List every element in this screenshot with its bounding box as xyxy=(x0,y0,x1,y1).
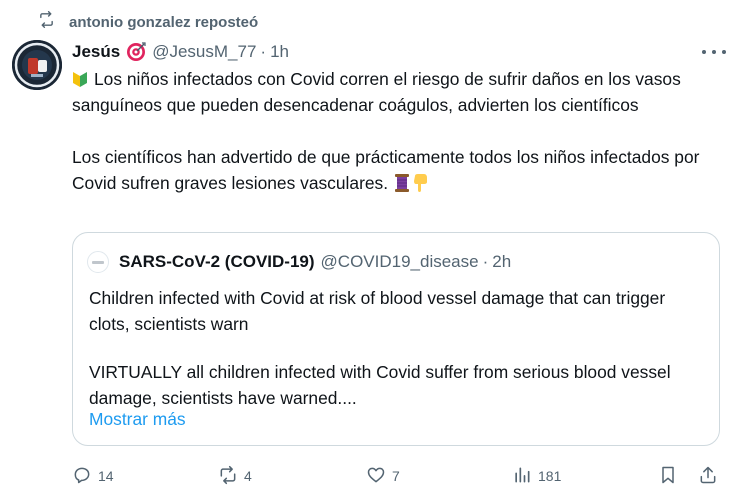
quoted-paragraph-2: VIRTUALLY all children infected with Cov… xyxy=(89,362,671,408)
like-button[interactable]: 7 xyxy=(366,462,400,490)
repost-action-icon xyxy=(218,465,238,488)
tweet-header: Jesús @JesusM_77 · 1h xyxy=(72,40,289,64)
target-badge-icon xyxy=(126,42,146,62)
share-button[interactable] xyxy=(698,462,718,490)
pointing-down-emoji-icon xyxy=(412,173,428,193)
avatar[interactable] xyxy=(12,40,62,90)
reply-button[interactable]: 14 xyxy=(72,462,114,490)
repost-icon xyxy=(38,11,55,33)
views-chart-icon xyxy=(512,465,532,488)
author-name[interactable]: Jesús xyxy=(72,42,120,62)
views-button[interactable]: 181 xyxy=(512,462,561,490)
repost-count: 4 xyxy=(244,468,252,484)
thread-spool-emoji-icon xyxy=(394,173,409,193)
quoted-author-name[interactable]: SARS-CoV-2 (COVID-19) xyxy=(119,252,315,272)
repost-indicator[interactable]: antonio gonzalez reposteó xyxy=(38,10,258,34)
reply-count: 14 xyxy=(98,468,114,484)
separator-dot: · xyxy=(260,42,267,61)
author-handle[interactable]: @JesusM_77 xyxy=(152,42,256,62)
heart-icon xyxy=(366,465,386,488)
quoted-tweet-time[interactable]: 2h xyxy=(492,252,511,272)
action-bar: 14 4 7 181 xyxy=(72,462,722,490)
quoted-tweet-header: SARS-CoV-2 (COVID-19) @COVID19_disease ·… xyxy=(87,251,511,273)
tweet-paragraph-1: Los niños infectados con Covid corren el… xyxy=(72,69,681,115)
repost-text[interactable]: antonio gonzalez reposteó xyxy=(69,14,258,31)
bookmark-icon xyxy=(658,465,678,488)
bookmark-button[interactable] xyxy=(658,462,678,490)
quoted-avatar[interactable] xyxy=(87,251,109,273)
like-count: 7 xyxy=(392,468,400,484)
quoted-tweet[interactable]: SARS-CoV-2 (COVID-19) @COVID19_disease ·… xyxy=(72,232,720,446)
quoted-tweet-text: Children infected with Covid at risk of … xyxy=(89,285,709,411)
more-options-icon[interactable] xyxy=(702,42,726,62)
tweet-paragraph-2: Los científicos han advertido de que prá… xyxy=(72,147,700,193)
repost-button[interactable]: 4 xyxy=(218,462,252,490)
show-more-link[interactable]: Mostrar más xyxy=(89,409,186,430)
quoted-author-handle[interactable]: @COVID19_disease xyxy=(321,252,479,272)
beginner-emoji-icon xyxy=(72,69,88,87)
share-icon xyxy=(698,465,718,488)
tweet-time[interactable]: 1h xyxy=(270,42,289,62)
quoted-paragraph-1: Children infected with Covid at risk of … xyxy=(89,288,666,334)
views-count: 181 xyxy=(538,468,562,484)
tweet-text: Los niños infectados con Covid corren el… xyxy=(72,66,722,196)
quoted-separator-dot: · xyxy=(482,252,489,271)
reply-icon xyxy=(72,465,92,488)
